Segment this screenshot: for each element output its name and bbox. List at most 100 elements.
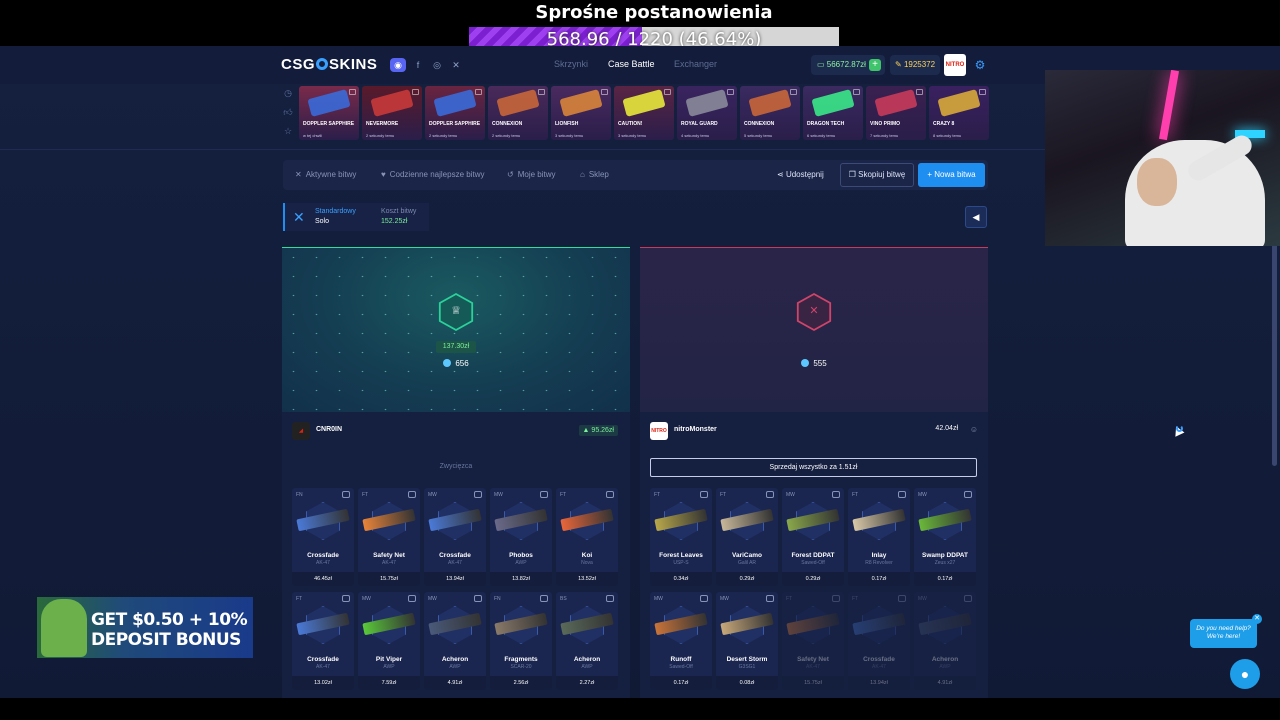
item-card[interactable]: MW Swamp DDPAT Zeus x27 0.17zł [914,488,976,586]
player-avatar[interactable]: ◢ [292,422,310,440]
instagram-icon[interactable]: ◎ [430,58,444,72]
drop-time: 6 sekundy temu [807,133,836,138]
user-avatar[interactable]: NITRO [944,54,966,76]
item-card[interactable]: FT Forest Leaves USP-S 0.34zł [650,488,712,586]
clock-icon[interactable]: ◷ [281,88,295,107]
item-sell-icon[interactable] [540,491,548,498]
item-card[interactable]: MW Crossfade AK-47 13.94zł [424,488,486,586]
item-card[interactable]: MW Acheron AWP 4.91zł [424,592,486,690]
live-drop-card[interactable]: CAUTION! 3 sekundy temu [614,86,674,140]
live-drop-card[interactable]: VINO PRIMO 7 sekundy temu [866,86,926,140]
thumb-icon[interactable]: 👍︎ [281,107,295,126]
player-total: 42.04zł [935,425,958,432]
item-card[interactable]: MW Runoff Sawed-Off 0.17zł [650,592,712,690]
nav-exchanger[interactable]: Exchanger [674,59,717,69]
live-drop-card[interactable]: CRAZY 8 8 sekundy temu [929,86,989,140]
sound-toggle-icon[interactable]: ◀ [965,206,987,228]
tab-daily-best[interactable]: ♥ Codzienne najlepsze bitwy [381,170,484,179]
tab-label: Moje bitwy [517,170,556,179]
item-card[interactable]: MW Desert Storm G3SG1 0.08zł [716,592,778,690]
new-battle-button[interactable]: + Nowa bitwa [918,163,985,187]
copy-battle-button[interactable]: ❐ Skopiuj bitwę [840,163,914,187]
led-light [1158,70,1180,141]
item-sell-icon[interactable] [408,491,416,498]
item-card[interactable]: FN Crossfade AK-47 46.45zł [292,488,354,586]
item-card[interactable]: FT Koi Nova 13.52zł [556,488,618,586]
item-sell-icon[interactable] [898,491,906,498]
item-sell-icon[interactable] [964,595,972,602]
player-name[interactable]: CNR0IN [316,426,342,433]
drop-time: 3 sekundy temu [555,133,584,138]
item-sell-icon[interactable] [832,595,840,602]
item-card[interactable]: FT VariCamo Galil AR 0.29zł [716,488,778,586]
item-sell-icon[interactable] [342,491,350,498]
item-sell-icon[interactable] [766,491,774,498]
item-sell-icon[interactable] [606,595,614,602]
item-card[interactable]: FN Fragments SCAR-20 2.56zł [490,592,552,690]
item-card[interactable]: FT Crossfade AK-47 13.02zł [292,592,354,690]
item-sell-icon[interactable] [474,491,482,498]
live-drop-card[interactable]: CONNEXION 2 sekundy temu [488,86,548,140]
live-drop-card[interactable]: CONNEXION 5 sekundy temu [740,86,800,140]
tab-active-battles[interactable]: ✕ Aktywne bitwy [295,170,356,179]
star-icon[interactable]: ☆ [281,126,295,145]
item-card[interactable]: FT Safety Net AK-47 15.75zł [358,488,420,586]
item-price: 0.17zł [914,572,976,586]
item-sell-icon[interactable] [964,491,972,498]
item-sell-icon[interactable] [342,595,350,602]
tab-shop[interactable]: ⌂ Sklep [580,170,609,179]
item-name: Desert Storm [726,656,768,663]
item-sell-icon[interactable] [408,595,416,602]
player-name[interactable]: nitroMonster [674,426,717,433]
nav-case-battle[interactable]: Case Battle [608,59,655,69]
item-price: 4.91zł [424,676,486,690]
discord-icon[interactable]: ◉ [390,58,406,72]
item-card[interactable]: MW Phobos AWP 13.82zł [490,488,552,586]
chat-launcher-icon[interactable]: ● [1230,659,1260,689]
live-drop-card[interactable]: DOPPLER SAPPHIRE w tej chwili [299,86,359,140]
weapon-image [496,89,540,117]
wallet-balance[interactable]: ▭ 56672.87zł + [811,55,885,75]
item-sell-icon[interactable] [700,491,708,498]
player-avatar[interactable]: NITRO [650,422,668,440]
site-logo[interactable]: CSG SKINS [281,56,377,73]
item-sell-icon[interactable] [540,595,548,602]
live-drop-card[interactable]: LIONFISH 3 sekundy temu [551,86,611,140]
share-button[interactable]: ⋖ Udostępnij [777,170,824,179]
streamer-head [1137,158,1177,206]
item-sell-icon[interactable] [606,491,614,498]
x-twitter-icon[interactable]: ✕ [449,58,463,72]
item-weapon: USP-S [673,560,689,566]
drop-time: 7 sekundy temu [870,133,899,138]
item-card[interactable]: FT Inlay R8 Revolver 0.17zł [848,488,910,586]
chat-help-bubble[interactable]: Do you need help? We're here! [1190,619,1257,648]
live-drop-card[interactable]: DRAGON TECH 6 sekundy temu [803,86,863,140]
weapon-image [685,89,729,117]
item-wear: MW [494,492,503,498]
facebook-icon[interactable]: f [411,58,425,72]
item-card[interactable]: MW Pit Viper AWP 7.59zł [358,592,420,690]
live-drop-card[interactable]: ROYAL GUARD 4 sekundy temu [677,86,737,140]
item-card[interactable]: MW Forest DDPAT Sawed-Off 0.29zł [782,488,844,586]
item-weapon: Zeus x27 [934,560,956,566]
item-card[interactable]: BS Acheron AWP 2.27zł [556,592,618,690]
live-drop-card[interactable]: DOPPLER SAPPHIRE 2 sekundy temu [425,86,485,140]
item-sell-icon[interactable] [898,595,906,602]
chat-close-icon[interactable]: ✕ [1252,614,1262,624]
item-sell-icon[interactable] [700,595,708,602]
item-sell-icon[interactable] [766,595,774,602]
sell-all-button[interactable]: Sprzedaj wszystko za 1.51zł [650,458,977,477]
item-card[interactable]: FT Safety Net AK-47 15.75zł [782,592,844,690]
item-card[interactable]: MW Acheron AWP 4.91zł [914,592,976,690]
deposit-bonus-ad[interactable]: GET $0.50 + 10% DEPOSIT BONUS [37,597,253,658]
item-card[interactable]: FT Crossfade AK-47 13.94zł [848,592,910,690]
live-drop-card[interactable]: NEVERMORE 2 sekundy temu [362,86,422,140]
info-icon[interactable]: ☺ [970,425,978,434]
item-sell-icon[interactable] [832,491,840,498]
deposit-plus-icon[interactable]: + [869,59,881,71]
item-sell-icon[interactable] [474,595,482,602]
tab-my-battles[interactable]: ↺ Moje bitwy [507,170,556,179]
nav-cases[interactable]: Skrzynki [554,59,588,69]
drop-time: 8 sekundy temu [933,133,962,138]
settings-gear-icon[interactable]: ⚙ [972,57,988,73]
